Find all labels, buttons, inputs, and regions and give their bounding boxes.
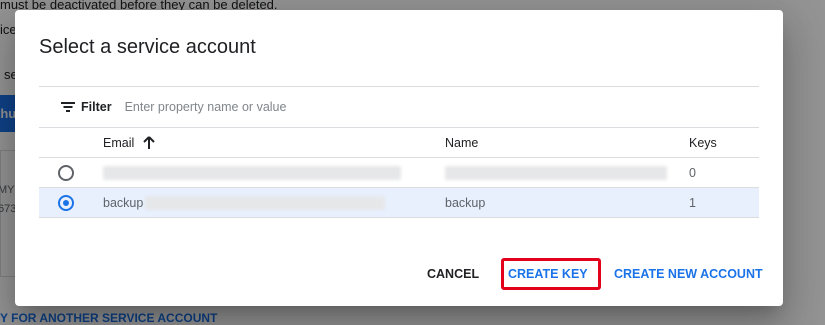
cancel-button[interactable]: CANCEL: [427, 267, 479, 281]
dialog-title: Select a service account: [39, 36, 256, 58]
filter-input[interactable]: [124, 100, 645, 114]
column-header-keys[interactable]: Keys: [689, 128, 717, 157]
select-service-account-dialog: Select a service account Filter Email Na…: [15, 10, 783, 306]
row-email: [103, 158, 401, 187]
row-email-text: backup: [103, 195, 144, 210]
row-name: [445, 158, 667, 187]
table-row[interactable]: backup backup 1: [39, 188, 759, 218]
column-header-name[interactable]: Name: [445, 128, 478, 157]
column-header-label: Email: [103, 135, 135, 150]
arrow-up-icon[interactable]: [143, 136, 155, 149]
radio-icon[interactable]: [58, 194, 74, 211]
row-radio[interactable]: [58, 188, 74, 217]
filter-label: Filter: [81, 100, 112, 114]
row-name: backup: [445, 195, 486, 210]
column-header-email[interactable]: Email: [103, 128, 155, 157]
filter-icon[interactable]: [61, 102, 75, 112]
row-email: backup: [103, 188, 386, 217]
row-radio[interactable]: [58, 158, 74, 187]
row-keys: 0: [689, 165, 696, 180]
create-key-button[interactable]: CREATE KEY: [508, 267, 588, 281]
redacted-name: [445, 165, 667, 180]
redacted-email: [103, 165, 401, 180]
filter-bar: Filter: [39, 87, 759, 128]
table-header-row: Email Name Keys: [39, 128, 759, 158]
redacted-email: [145, 195, 386, 210]
service-account-table: Filter Email Name Keys: [39, 86, 759, 218]
radio-icon[interactable]: [58, 164, 74, 181]
column-header-label: Name: [445, 135, 479, 150]
create-new-account-button[interactable]: CREATE NEW ACCOUNT: [614, 267, 763, 281]
row-keys: 1: [689, 195, 696, 210]
column-header-label: Keys: [689, 135, 717, 150]
table-row[interactable]: 0: [39, 158, 759, 188]
